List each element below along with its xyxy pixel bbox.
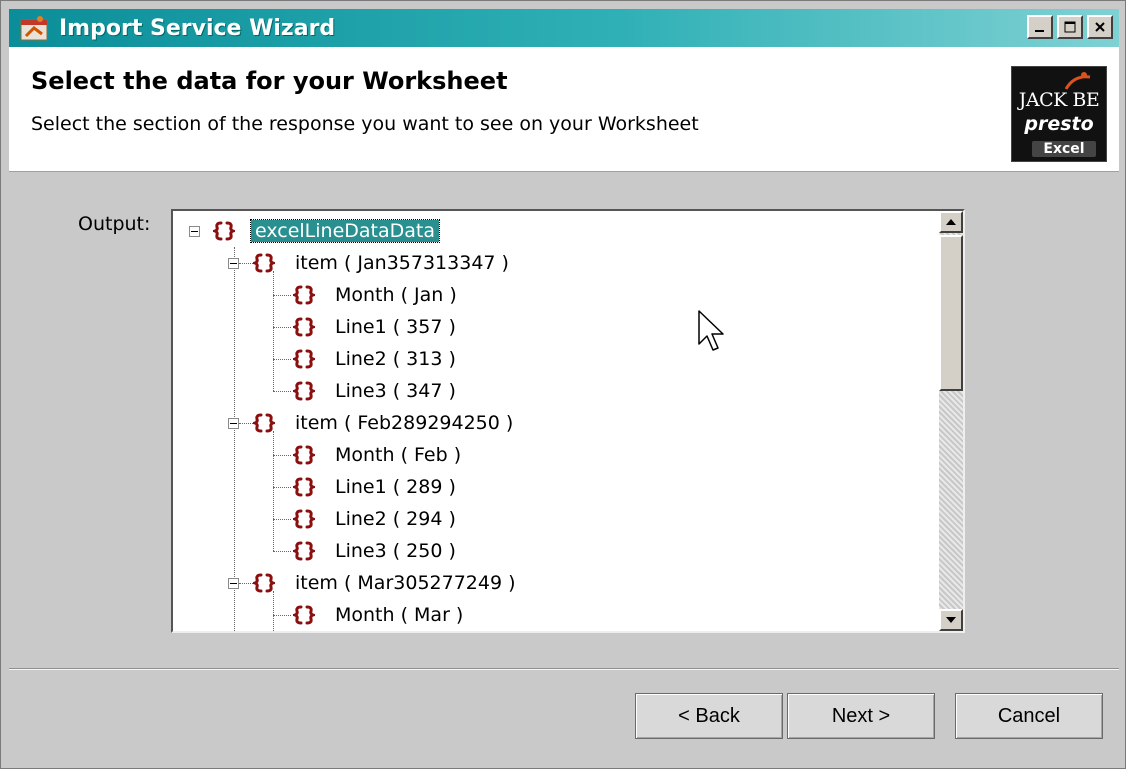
app-icon (19, 13, 49, 43)
object-node-icon (293, 605, 315, 625)
object-node-icon (293, 477, 315, 497)
logo-brand: JACK BE (1018, 89, 1100, 111)
tree-connector-line (273, 391, 291, 392)
tree-connector-line (273, 615, 291, 616)
next-button[interactable]: Next > (787, 693, 935, 739)
collapse-toggle[interactable] (228, 258, 239, 269)
collapse-toggle[interactable] (228, 578, 239, 589)
minimize-icon (1035, 30, 1044, 32)
object-node-icon (253, 253, 275, 273)
output-tree[interactable]: excelLineDataData item ( Jan357313347 ) Mo… (171, 209, 965, 633)
wizard-header: Select the data for your Worksheet Selec… (9, 47, 1119, 172)
scroll-thumb[interactable] (939, 235, 963, 391)
scroll-up-button[interactable] (939, 211, 963, 233)
logo-product: presto (1024, 113, 1094, 135)
minus-icon (230, 583, 237, 584)
object-node-icon (293, 285, 315, 305)
tree-leaf-node[interactable]: Line3 ( 250 ) (335, 540, 456, 562)
tree-leaf-node[interactable]: Line2 ( 294 ) (335, 508, 456, 530)
logo-sub: Excel (1032, 141, 1096, 157)
tree-connector-line (273, 271, 274, 391)
close-icon (1095, 22, 1105, 32)
object-node-icon (293, 381, 315, 401)
tree-leaf-node[interactable]: Line1 ( 357 ) (335, 316, 456, 338)
tree-connector-line (273, 591, 274, 631)
minus-icon (191, 231, 198, 232)
maximize-button[interactable] (1057, 15, 1083, 39)
arrow-up-icon (946, 219, 956, 225)
tree-connector-line (234, 247, 235, 631)
tree-connector-line (273, 455, 291, 456)
window-title: Import Service Wizard (59, 15, 336, 41)
output-label: Output: (78, 213, 151, 235)
tree-connector-line (273, 551, 291, 552)
tree-leaf-node[interactable]: Month ( Jan ) (335, 284, 457, 306)
collapse-toggle[interactable] (228, 418, 239, 429)
arrow-down-icon (946, 617, 956, 623)
tree-connector-line (273, 295, 291, 296)
tree-leaf-node[interactable]: Month ( Feb ) (335, 444, 461, 466)
wizard-window: Import Service Wizard Select the data fo… (0, 0, 1126, 769)
tree-connector-line (273, 487, 291, 488)
object-node-icon (293, 317, 315, 337)
minimize-button[interactable] (1027, 15, 1053, 39)
tree-connector-line (239, 423, 253, 424)
object-node-icon (293, 445, 315, 465)
minus-icon (230, 263, 237, 264)
object-node-icon (293, 509, 315, 529)
jackbe-presto-logo: JACK BE presto Excel (1011, 66, 1107, 162)
mouse-cursor-icon (698, 310, 724, 351)
tree-item-node[interactable]: item ( Feb289294250 ) (295, 412, 513, 434)
scroll-down-button[interactable] (939, 609, 963, 631)
tree-connector-line (239, 583, 253, 584)
back-button[interactable]: < Back (635, 693, 783, 739)
object-node-icon (293, 541, 315, 561)
object-node-icon (253, 573, 275, 593)
tree-content: excelLineDataData item ( Jan357313347 ) Mo… (173, 211, 939, 631)
object-node-icon (213, 221, 235, 241)
tree-leaf-node[interactable]: Month ( Mar ) (335, 604, 463, 626)
close-button[interactable] (1087, 15, 1113, 39)
maximize-icon (1064, 21, 1076, 33)
object-node-icon (253, 413, 275, 433)
title-bar[interactable]: Import Service Wizard (9, 9, 1119, 47)
tree-item-node[interactable]: item ( Jan357313347 ) (295, 252, 509, 274)
tree-root-node[interactable]: excelLineDataData (249, 219, 441, 243)
cancel-button[interactable]: Cancel (955, 693, 1103, 739)
tree-connector-line (273, 327, 291, 328)
page-subtitle: Select the section of the response you w… (31, 113, 699, 135)
vertical-scrollbar[interactable] (939, 211, 963, 631)
tree-leaf-node[interactable]: Line3 ( 347 ) (335, 380, 456, 402)
tree-connector-line (273, 359, 291, 360)
minus-icon (230, 423, 237, 424)
footer-separator (9, 668, 1119, 670)
page-title: Select the data for your Worksheet (31, 67, 508, 95)
tree-connector-line (239, 263, 253, 264)
object-node-icon (293, 349, 315, 369)
tree-connector-line (273, 519, 291, 520)
tree-leaf-node[interactable]: Line2 ( 313 ) (335, 348, 456, 370)
tree-item-node[interactable]: item ( Mar305277249 ) (295, 572, 516, 594)
tree-connector-line (273, 431, 274, 551)
collapse-toggle[interactable] (189, 226, 200, 237)
tree-leaf-node[interactable]: Line1 ( 289 ) (335, 476, 456, 498)
